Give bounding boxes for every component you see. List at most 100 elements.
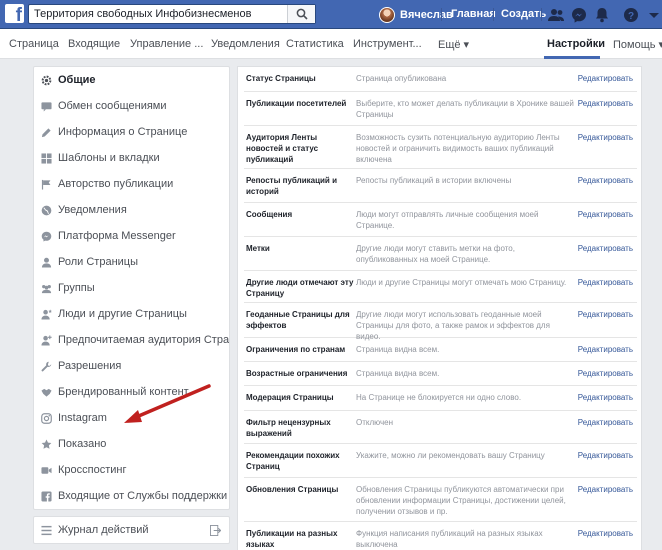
video-icon [40, 466, 52, 474]
edit-link[interactable]: Редактировать [578, 243, 633, 254]
tab-insights[interactable]: Статистика [286, 38, 344, 50]
settings-row: Геоданные Страницы для эффектов Другие л… [244, 303, 637, 341]
active-tab-indicator [544, 56, 600, 59]
edit-link[interactable]: Редактировать [578, 344, 633, 355]
edit-link[interactable]: Редактировать [578, 175, 633, 186]
settings-row: Репосты публикаций и историй Репосты пуб… [244, 169, 637, 203]
divider [441, 8, 442, 21]
sidebar-item-attribution[interactable]: Авторство публикации [34, 171, 229, 197]
setting-label: Возрастные ограничения [246, 369, 348, 378]
edit-link[interactable]: Редактировать [578, 528, 633, 539]
edit-link[interactable]: Редактировать [578, 417, 633, 428]
person-add-icon [40, 334, 52, 346]
svg-text:?: ? [628, 11, 634, 22]
handshake-icon [40, 388, 52, 397]
edit-link[interactable]: Редактировать [578, 484, 633, 495]
settings-row: Рекомендации похожих Страниц Укажите, мо… [244, 444, 637, 478]
setting-value: Обновления Страницы публикуются автомати… [356, 485, 566, 516]
help-icon[interactable]: ? [622, 6, 640, 24]
edit-link[interactable]: Редактировать [578, 73, 633, 84]
search-input[interactable] [29, 5, 287, 23]
sidebar-item-notifications[interactable]: Уведомления [34, 197, 229, 223]
facebook-logo-icon[interactable]: f [5, 4, 24, 25]
top-bar: f Вячеслав Главная Создать ? [0, 0, 662, 29]
sidebar-item-templates[interactable]: Шаблоны и вкладки [34, 145, 229, 171]
instagram-icon [40, 412, 52, 424]
setting-value: Страница видна всем. [356, 369, 440, 378]
sidebar-item-label: Информация о Странице [58, 126, 188, 138]
edit-link[interactable]: Редактировать [578, 277, 633, 288]
sidebar-item-general[interactable]: Общие [34, 67, 229, 93]
home-link[interactable]: Главная [451, 8, 496, 20]
tab-help[interactable]: Помощь ▾ [613, 38, 662, 51]
chat-bubble-icon [40, 101, 52, 112]
tab-more[interactable]: Ещё ▾ [438, 38, 469, 51]
edit-link[interactable]: Редактировать [578, 209, 633, 220]
search-button[interactable] [287, 5, 315, 23]
tab-settings[interactable]: Настройки [547, 38, 605, 50]
edit-link[interactable]: Редактировать [578, 450, 633, 461]
exit-icon [210, 525, 221, 536]
setting-label: Другие люди отмечают эту Страницу [246, 278, 354, 298]
sidebar-item-support-inbox[interactable]: Входящие от Службы поддержки для Стр [34, 483, 229, 509]
sidebar-item-label: Кросспостинг [58, 464, 127, 476]
edit-link[interactable]: Редактировать [578, 98, 633, 109]
setting-label: Репосты публикаций и историй [246, 176, 337, 196]
sidebar-item-label: Группы [58, 282, 95, 294]
sidebar-item-messaging[interactable]: Обмен сообщениями [34, 93, 229, 119]
sidebar-item-featured[interactable]: Показано [34, 431, 229, 457]
sidebar-item-label: Предпочитаемая аудитория Страницы [58, 334, 230, 346]
settings-row: Другие люди отмечают эту Страницу Люди и… [244, 271, 637, 303]
wrench-icon [41, 361, 51, 371]
sidebar-item-label: Разрешения [58, 360, 122, 372]
edit-link[interactable]: Редактировать [578, 368, 633, 379]
sidebar-item-people-and-pages[interactable]: Люди и другие Страницы [34, 301, 229, 327]
sidebar-item-page-roles[interactable]: Роли Страницы [34, 249, 229, 275]
sidebar-item-label: Платформа Messenger [58, 230, 176, 242]
messenger-icon[interactable] [570, 6, 588, 24]
create-link[interactable]: Создать [501, 8, 546, 20]
activity-log-link[interactable]: Журнал действий [33, 516, 230, 544]
setting-label: Обновления Страницы [246, 485, 339, 494]
settings-sidebar: Общие Обмен сообщениями Информация о Стр… [33, 66, 230, 510]
setting-value: Другие люди могут ставить метки на фото,… [356, 244, 515, 264]
tab-inbox[interactable]: Входящие [68, 38, 120, 50]
user-name: Вячеслав [400, 8, 453, 21]
setting-value: Страница опубликована [356, 74, 447, 83]
sidebar-item-page-info[interactable]: Информация о Странице [34, 119, 229, 145]
sidebar-item-preferred-audience[interactable]: Предпочитаемая аудитория Страницы [34, 327, 230, 353]
tab-notifications[interactable]: Уведомления [211, 38, 280, 50]
grid-icon [40, 152, 52, 164]
edit-link[interactable]: Редактировать [578, 309, 633, 320]
friends-icon[interactable] [547, 6, 565, 24]
setting-label: Фильтр нецензурных выражений [246, 418, 331, 438]
sidebar-item-label: Общие [58, 74, 96, 86]
edit-link[interactable]: Редактировать [578, 392, 633, 403]
gear-icon [41, 75, 51, 85]
sidebar-item-messenger-platform[interactable]: Платформа Messenger [34, 223, 229, 249]
edit-link[interactable]: Редактировать [578, 132, 633, 143]
sidebar-item-label: Обмен сообщениями [58, 100, 167, 112]
sidebar-item-permissions[interactable]: Разрешения [34, 353, 229, 379]
search-box [28, 4, 316, 24]
sidebar-item-label: Люди и другие Страницы [58, 308, 187, 320]
setting-label: Метки [246, 244, 270, 253]
sidebar-item-label: Роли Страницы [58, 256, 138, 268]
dropdown-icon[interactable] [645, 6, 662, 24]
setting-value: Репосты публикаций в истории включены [356, 176, 512, 185]
setting-value: На Странице не блокируется ни одно слово… [356, 393, 522, 402]
settings-row: Аудитория Ленты новостей и статус публик… [244, 126, 637, 169]
bell-icon[interactable] [593, 6, 611, 24]
globe-icon [41, 205, 51, 215]
settings-row: Модерация Страницы На Странице не блокир… [244, 386, 637, 411]
sidebar-item-label: Авторство публикации [58, 178, 174, 190]
sidebar-item-crossposting[interactable]: Кросспостинг [34, 457, 229, 483]
sidebar-item-groups[interactable]: Группы [34, 275, 229, 301]
setting-value: Страница видна всем. [356, 345, 440, 354]
sidebar-item-label: Instagram [58, 412, 107, 424]
page-nav-bar: Страница Входящие Управление ... Уведомл… [0, 29, 662, 59]
divider [541, 8, 542, 21]
tab-tools[interactable]: Инструмент... [353, 38, 422, 50]
tab-manage[interactable]: Управление ... [130, 38, 203, 50]
tab-page[interactable]: Страница [9, 38, 59, 50]
